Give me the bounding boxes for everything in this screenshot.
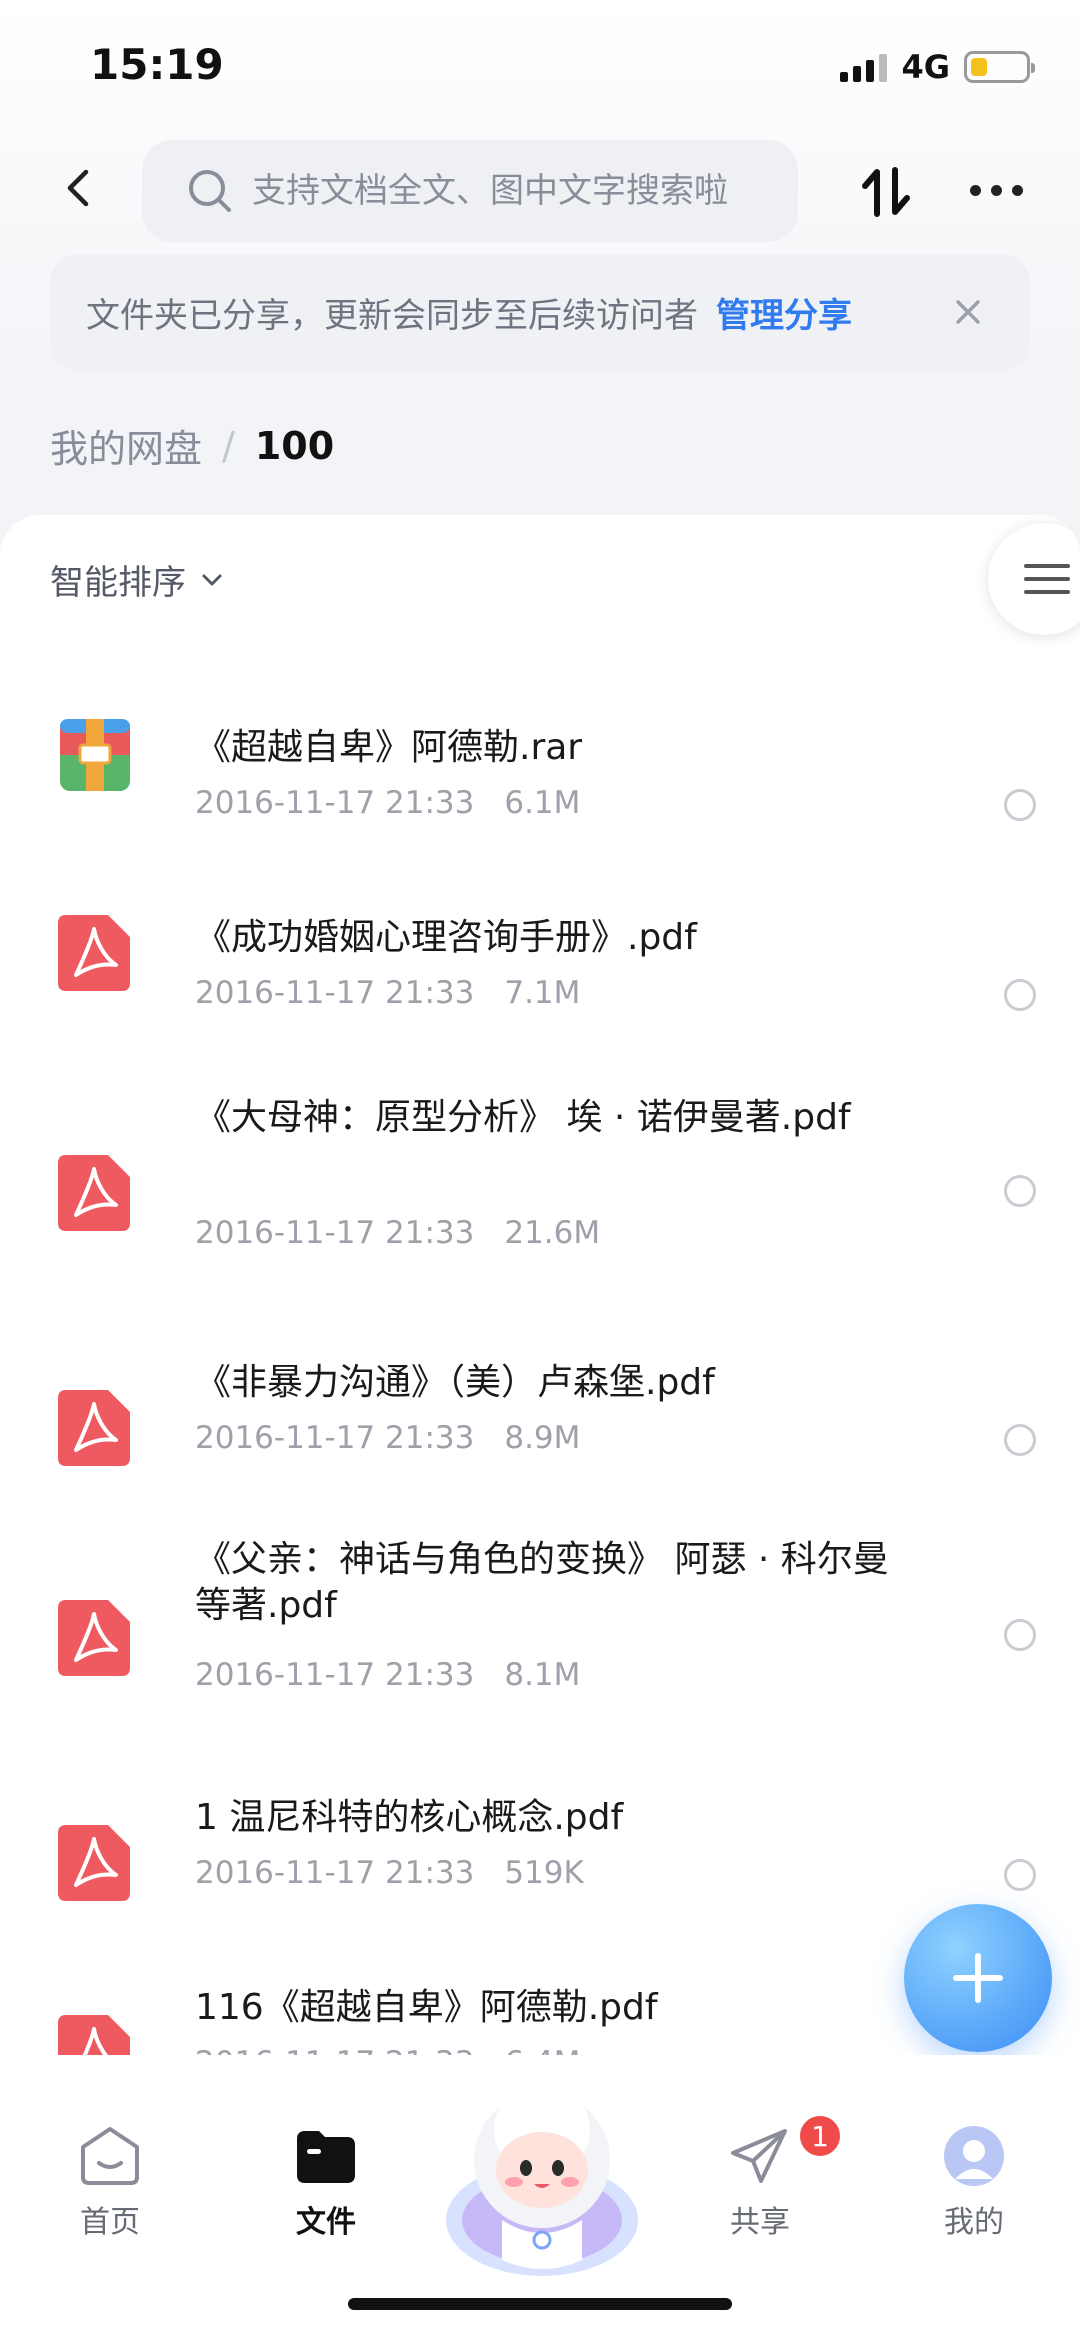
file-name: 《超越自卑》阿德勒.rar [195, 727, 583, 768]
status-bar: 15:19 4G [0, 0, 1080, 130]
file-meta: 2016-11-17 21:33 519K [195, 1855, 584, 1891]
file-row[interactable]: 《非暴力沟通》（美）卢森堡.pdf 2016-11-17 21:33 8.9M [0, 1350, 1080, 1530]
tab-share[interactable]: 1 共享 [700, 2113, 843, 2241]
tab-label: 文件 [296, 2205, 356, 2240]
select-checkbox[interactable] [1004, 1175, 1036, 1207]
back-button[interactable] [52, 160, 112, 220]
signal-icon [840, 52, 888, 82]
pdf-file-icon [58, 1390, 130, 1466]
file-size: 519K [504, 1855, 584, 1891]
file-name: 《成功婚姻心理咨询手册》.pdf [195, 917, 697, 958]
tab-me[interactable]: 我的 [914, 2125, 1034, 2241]
file-row[interactable]: 1 温尼科特的核心概念.pdf 2016-11-17 21:33 519K [0, 1755, 1080, 1935]
file-size: 7.1M [504, 975, 581, 1011]
select-checkbox[interactable] [1004, 1619, 1036, 1651]
avatar-icon [944, 2126, 1004, 2186]
file-meta: 2016-11-17 21:33 6.4M [195, 2045, 580, 2055]
pdf-file-icon [58, 915, 130, 991]
smart-sort-dropdown[interactable]: 智能排序 [50, 555, 226, 604]
file-date: 2016-11-17 21:33 [195, 785, 475, 821]
file-list-card: 智能排序 《超越自卑》阿德勒.rar 2016-11-17 21:33 6.1M … [0, 515, 1080, 2055]
share-banner-text: 文件夹已分享，更新会同步至后续访问者 [86, 295, 698, 336]
plus-icon [953, 1953, 1003, 2003]
manage-share-link[interactable]: 管理分享 [716, 288, 852, 337]
paper-plane-icon [731, 2129, 787, 2183]
add-button[interactable] [904, 1904, 1052, 2052]
sort-order-button[interactable] [855, 160, 919, 224]
home-indicator [348, 2298, 732, 2310]
close-banner-button[interactable] [946, 290, 990, 334]
select-checkbox[interactable] [1004, 789, 1036, 821]
home-icon [81, 2127, 139, 2185]
search-box[interactable] [142, 140, 798, 242]
network-label: 4G [901, 48, 950, 86]
mascot-icon [446, 2082, 638, 2276]
file-meta: 2016-11-17 21:33 6.1M [195, 785, 580, 821]
file-name: 《父亲：神话与角色的变换》 阿瑟 · 科尔曼等著.pdf [195, 1539, 889, 1626]
dot-icon [991, 184, 1002, 196]
pdf-file-icon [58, 1155, 130, 1231]
file-date: 2016-11-17 21:33 [195, 1215, 475, 1251]
breadcrumb-current: 100 [254, 423, 335, 468]
close-icon [956, 300, 980, 324]
file-date: 2016-11-17 21:33 [195, 1657, 475, 1693]
chevron-left-icon [67, 169, 89, 207]
file-name: 《非暴力沟通》（美）卢森堡.pdf [195, 1362, 715, 1403]
dot-icon [970, 184, 981, 196]
sort-arrows-icon [862, 167, 910, 217]
archive-rar-icon [60, 719, 130, 791]
pdf-file-icon [58, 2015, 130, 2055]
file-meta: 2016-11-17 21:33 7.1M [195, 975, 580, 1011]
file-date: 2016-11-17 21:33 [195, 975, 475, 1011]
select-checkbox[interactable] [1004, 979, 1036, 1011]
file-name: 116《超越自卑》阿德勒.pdf [195, 1987, 658, 2028]
share-banner: 文件夹已分享，更新会同步至后续访问者 管理分享 [50, 254, 1030, 370]
file-row[interactable]: 《父亲：神话与角色的变换》 阿瑟 · 科尔曼等著.pdf 2016-11-17 … [0, 1525, 1080, 1745]
file-size: 8.9M [504, 1420, 581, 1456]
breadcrumb-root[interactable]: 我的网盘 [50, 418, 202, 473]
file-date: 2016-11-17 21:33 [195, 1855, 475, 1891]
breadcrumb-separator: / [222, 423, 235, 468]
tab-label: 我的 [944, 2205, 1004, 2240]
search-icon [189, 170, 231, 212]
file-row[interactable]: 《成功婚姻心理咨询手册》.pdf 2016-11-17 21:33 7.1M [0, 875, 1080, 1055]
file-date: 2016-11-17 21:33 [195, 2045, 474, 2055]
tab-label: 首页 [80, 2205, 140, 2240]
tab-label: 共享 [730, 2205, 790, 2240]
select-checkbox[interactable] [1004, 1859, 1036, 1891]
list-menu-icon [1024, 564, 1070, 594]
file-meta: 2016-11-17 21:33 8.9M [195, 1420, 580, 1456]
sort-label: 智能排序 [50, 563, 186, 603]
pdf-file-icon [58, 1600, 130, 1676]
bottom-tab-bar: 首页 文件 1 共享 我的 [0, 2055, 1080, 2337]
folder-icon [297, 2131, 355, 2183]
file-name: 1 温尼科特的核心概念.pdf [195, 1797, 624, 1838]
battery-level [971, 58, 987, 76]
pdf-file-icon [58, 1825, 130, 1901]
more-options-button[interactable] [970, 170, 1034, 210]
tab-home[interactable]: 首页 [50, 2125, 170, 2241]
battery-icon [964, 51, 1035, 83]
file-size: 6.1M [504, 785, 581, 821]
select-checkbox[interactable] [1004, 1424, 1036, 1456]
status-time: 15:19 [90, 40, 224, 89]
file-size: 21.6M [504, 1215, 601, 1251]
file-name: 《大母神：原型分析》 埃 · 诺伊曼著.pdf [195, 1097, 851, 1138]
chevron-down-icon [202, 574, 222, 585]
search-input[interactable] [252, 171, 772, 211]
file-date: 2016-11-17 21:33 [195, 1420, 475, 1456]
file-size: 6.4M [504, 2045, 580, 2055]
file-row[interactable]: 《大母神：原型分析》 埃 · 诺伊曼著.pdf 2016-11-17 21:33… [0, 1095, 1080, 1315]
status-indicators: 4G [840, 48, 1035, 86]
tab-files[interactable]: 文件 [266, 2125, 386, 2241]
breadcrumb: 我的网盘 / 100 [50, 418, 334, 473]
dot-icon [1012, 184, 1023, 196]
assistant-mascot-button[interactable] [442, 2070, 642, 2280]
file-row[interactable]: 《超越自卑》阿德勒.rar 2016-11-17 21:33 6.1M [0, 685, 1080, 865]
file-size: 8.1M [504, 1657, 581, 1693]
file-meta: 2016-11-17 21:33 8.1M [195, 1657, 580, 1693]
notification-badge: 1 [797, 2113, 843, 2159]
view-menu-button[interactable] [988, 523, 1080, 635]
file-meta: 2016-11-17 21:33 21.6M [195, 1215, 600, 1251]
